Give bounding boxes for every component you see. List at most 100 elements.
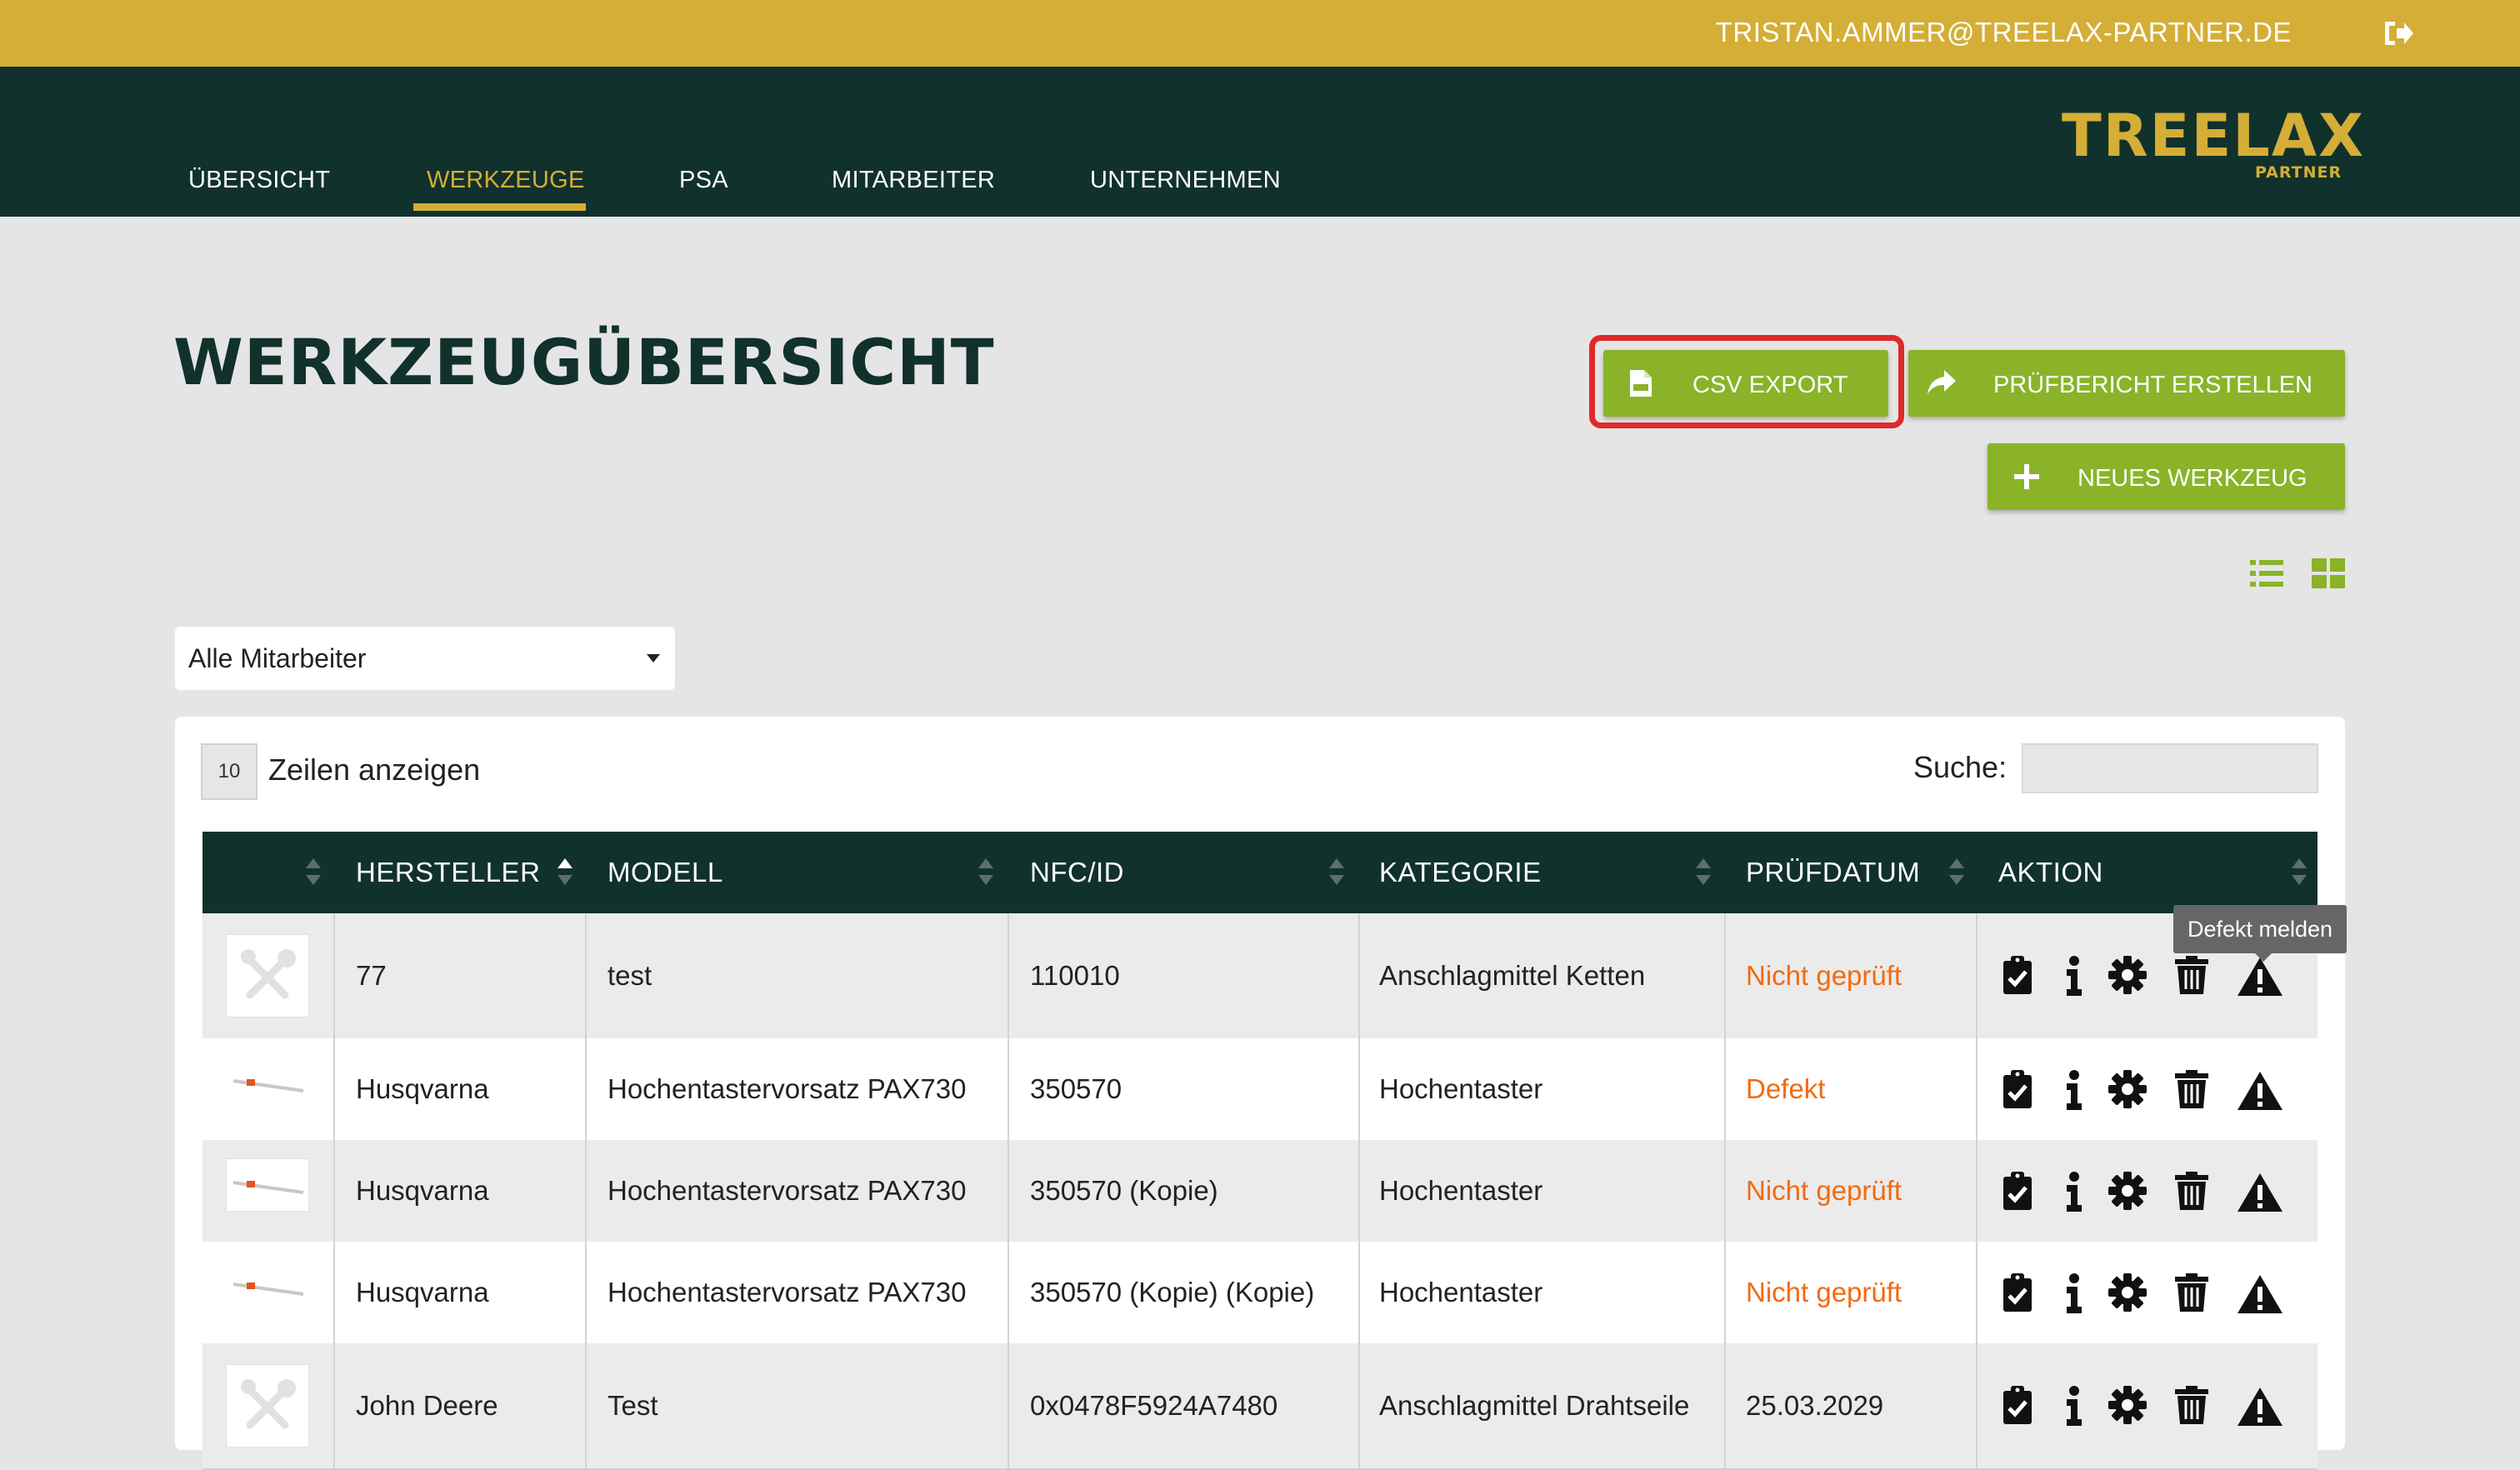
cell-kategorie: Hochentaster: [1379, 1277, 1543, 1308]
gear-icon[interactable]: [2108, 956, 2147, 998]
column-header-pruefdatum[interactable]: PRÜFDATUM: [1746, 857, 1920, 888]
tool-placeholder-image: [226, 1364, 309, 1448]
cell-nfc: 0x0478F5924A7480: [1030, 1390, 1278, 1421]
cell-kategorie: Anschlagmittel Ketten: [1379, 960, 1646, 991]
column-header-aktion[interactable]: AKTION: [1998, 857, 2103, 888]
cell-hersteller: Husqvarna: [356, 1277, 489, 1308]
cell-modell: Test: [608, 1390, 658, 1421]
gear-icon[interactable]: [2108, 1070, 2147, 1112]
cell-modell: test: [608, 960, 652, 991]
search-label: Suche:: [1913, 750, 2008, 784]
table-row[interactable]: Husqvarna Hochentastervorsatz PAX730 350…: [202, 1242, 2318, 1345]
tooltip: Defekt melden: [2173, 905, 2347, 962]
employee-filter-value: Alle Mitarbeiter: [188, 643, 367, 673]
new-tool-label: NEUES WERKZEUG: [2078, 465, 2308, 492]
grid-view-icon[interactable]: [2312, 558, 2345, 588]
table-row[interactable]: Husqvarna Hochentastervorsatz PAX730 350…: [202, 1140, 2318, 1243]
gear-icon[interactable]: [2108, 1386, 2147, 1428]
page-title: WERKZEUGÜBERSICHT: [173, 325, 995, 399]
column-header-kategorie[interactable]: KATEGORIE: [1379, 857, 1542, 888]
user-email[interactable]: TRISTAN.AMMER@TREELAX-PARTNER.DE: [1716, 17, 2292, 48]
clipboard-check-icon[interactable]: [2002, 1070, 2033, 1112]
trash-icon[interactable]: [2175, 956, 2208, 998]
sort-icon[interactable]: [2290, 857, 2308, 887]
cell-pruefdatum: Nicht geprüft: [1746, 1175, 1902, 1206]
cell-hersteller: 77: [356, 960, 387, 991]
nav-item-psa[interactable]: PSA: [679, 167, 728, 194]
nav-item-unternehmen[interactable]: UNTERNEHMEN: [1090, 167, 1281, 194]
highlight-box: [1589, 335, 1904, 428]
info-icon[interactable]: [2065, 1273, 2083, 1318]
column-header-nfc-id[interactable]: NFC/ID: [1030, 857, 1124, 888]
warning-icon[interactable]: [2237, 1387, 2283, 1431]
new-tool-button[interactable]: NEUES WERKZEUG: [1988, 443, 2345, 510]
logo-subtitle: PARTNER: [2255, 163, 2342, 182]
cell-nfc: 110010: [1030, 960, 1120, 991]
sort-icon[interactable]: [1328, 857, 1346, 887]
tool-image: [226, 1260, 309, 1313]
gear-icon[interactable]: [2108, 1172, 2147, 1214]
tools-icon: [241, 949, 296, 999]
sort-icon[interactable]: [304, 857, 322, 887]
sort-asc-icon[interactable]: [556, 857, 574, 887]
info-icon[interactable]: [2065, 1386, 2083, 1430]
trash-icon[interactable]: [2175, 1273, 2208, 1316]
trash-icon[interactable]: [2175, 1172, 2208, 1214]
cell-hersteller: Husqvarna: [356, 1073, 489, 1104]
column-header-hersteller[interactable]: HERSTELLER: [356, 857, 540, 888]
cell-pruefdatum: 25.03.2029: [1746, 1390, 1884, 1421]
page-length-select[interactable]: 10: [201, 743, 258, 800]
logout-icon[interactable]: [2382, 18, 2415, 48]
sort-icon[interactable]: [1694, 857, 1712, 887]
info-icon[interactable]: [2065, 1070, 2083, 1114]
cell-modell: Hochentastervorsatz PAX730: [608, 1277, 967, 1308]
clipboard-check-icon[interactable]: [2002, 1172, 2033, 1214]
cell-modell: Hochentastervorsatz PAX730: [608, 1073, 967, 1104]
clipboard-check-icon[interactable]: [2002, 1386, 2033, 1428]
cell-hersteller: Husqvarna: [356, 1175, 489, 1206]
clipboard-check-icon[interactable]: [2002, 1273, 2033, 1316]
trash-icon[interactable]: [2175, 1386, 2208, 1428]
tools-icon: [241, 1379, 296, 1429]
warning-icon[interactable]: [2237, 1172, 2283, 1217]
cell-pruefdatum: Nicht geprüft: [1746, 960, 1902, 991]
table-row[interactable]: Husqvarna Hochentastervorsatz PAX730 350…: [202, 1038, 2318, 1142]
cell-pruefdatum: Defekt: [1746, 1073, 1826, 1104]
create-report-label: PRÜFBERICHT ERSTELLEN: [1993, 372, 2312, 398]
nav-active-indicator: [413, 203, 586, 211]
nav-item-werkzeuge[interactable]: WERKZEUGE: [427, 167, 585, 194]
cell-hersteller: John Deere: [356, 1390, 498, 1421]
list-view-icon[interactable]: [2250, 560, 2283, 587]
user-bar: TRISTAN.AMMER@TREELAX-PARTNER.DE: [0, 0, 2520, 67]
cell-nfc: 350570: [1030, 1073, 1122, 1104]
trash-icon[interactable]: [2175, 1070, 2208, 1112]
warning-icon[interactable]: [2237, 957, 2283, 1001]
info-icon[interactable]: [2065, 1172, 2083, 1216]
nav-item-mitarbeiter[interactable]: MITARBEITER: [832, 167, 995, 194]
logo[interactable]: TREELAX: [2062, 107, 2365, 165]
chevron-down-icon: [647, 654, 660, 662]
page-length-label: Zeilen anzeigen: [268, 752, 481, 787]
cell-kategorie: Hochentaster: [1379, 1073, 1543, 1104]
warning-icon[interactable]: [2237, 1071, 2283, 1115]
nav-item-uebersicht[interactable]: ÜBERSICHT: [188, 167, 330, 194]
column-header-modell[interactable]: MODELL: [608, 857, 723, 888]
sort-icon[interactable]: [977, 857, 995, 887]
tool-image: [226, 1158, 309, 1212]
create-report-button[interactable]: PRÜFBERICHT ERSTELLEN: [1908, 350, 2345, 417]
table-row[interactable]: John Deere Test 0x0478F5924A7480 Anschla…: [202, 1343, 2318, 1470]
cell-nfc: 350570 (Kopie) (Kopie): [1030, 1277, 1315, 1308]
warning-icon[interactable]: [2237, 1274, 2283, 1318]
cell-kategorie: Anschlagmittel Drahtseile: [1379, 1390, 1690, 1421]
gear-icon[interactable]: [2108, 1273, 2147, 1316]
sort-icon[interactable]: [1948, 857, 1966, 887]
search-input[interactable]: [2022, 743, 2318, 793]
info-icon[interactable]: [2065, 956, 2083, 1000]
cell-pruefdatum: Nicht geprüft: [1746, 1277, 1902, 1308]
table-header: HERSTELLER MODELL NFC/ID KATEGORIE PRÜFD…: [202, 832, 2318, 913]
cell-nfc: 350570 (Kopie): [1030, 1175, 1218, 1206]
employee-filter-select[interactable]: Alle Mitarbeiter: [175, 627, 675, 690]
clipboard-check-icon[interactable]: [2002, 956, 2033, 998]
tool-image: [226, 1057, 309, 1110]
table-row[interactable]: 77 test 110010 Anschlagmittel Ketten Nic…: [202, 913, 2318, 1040]
